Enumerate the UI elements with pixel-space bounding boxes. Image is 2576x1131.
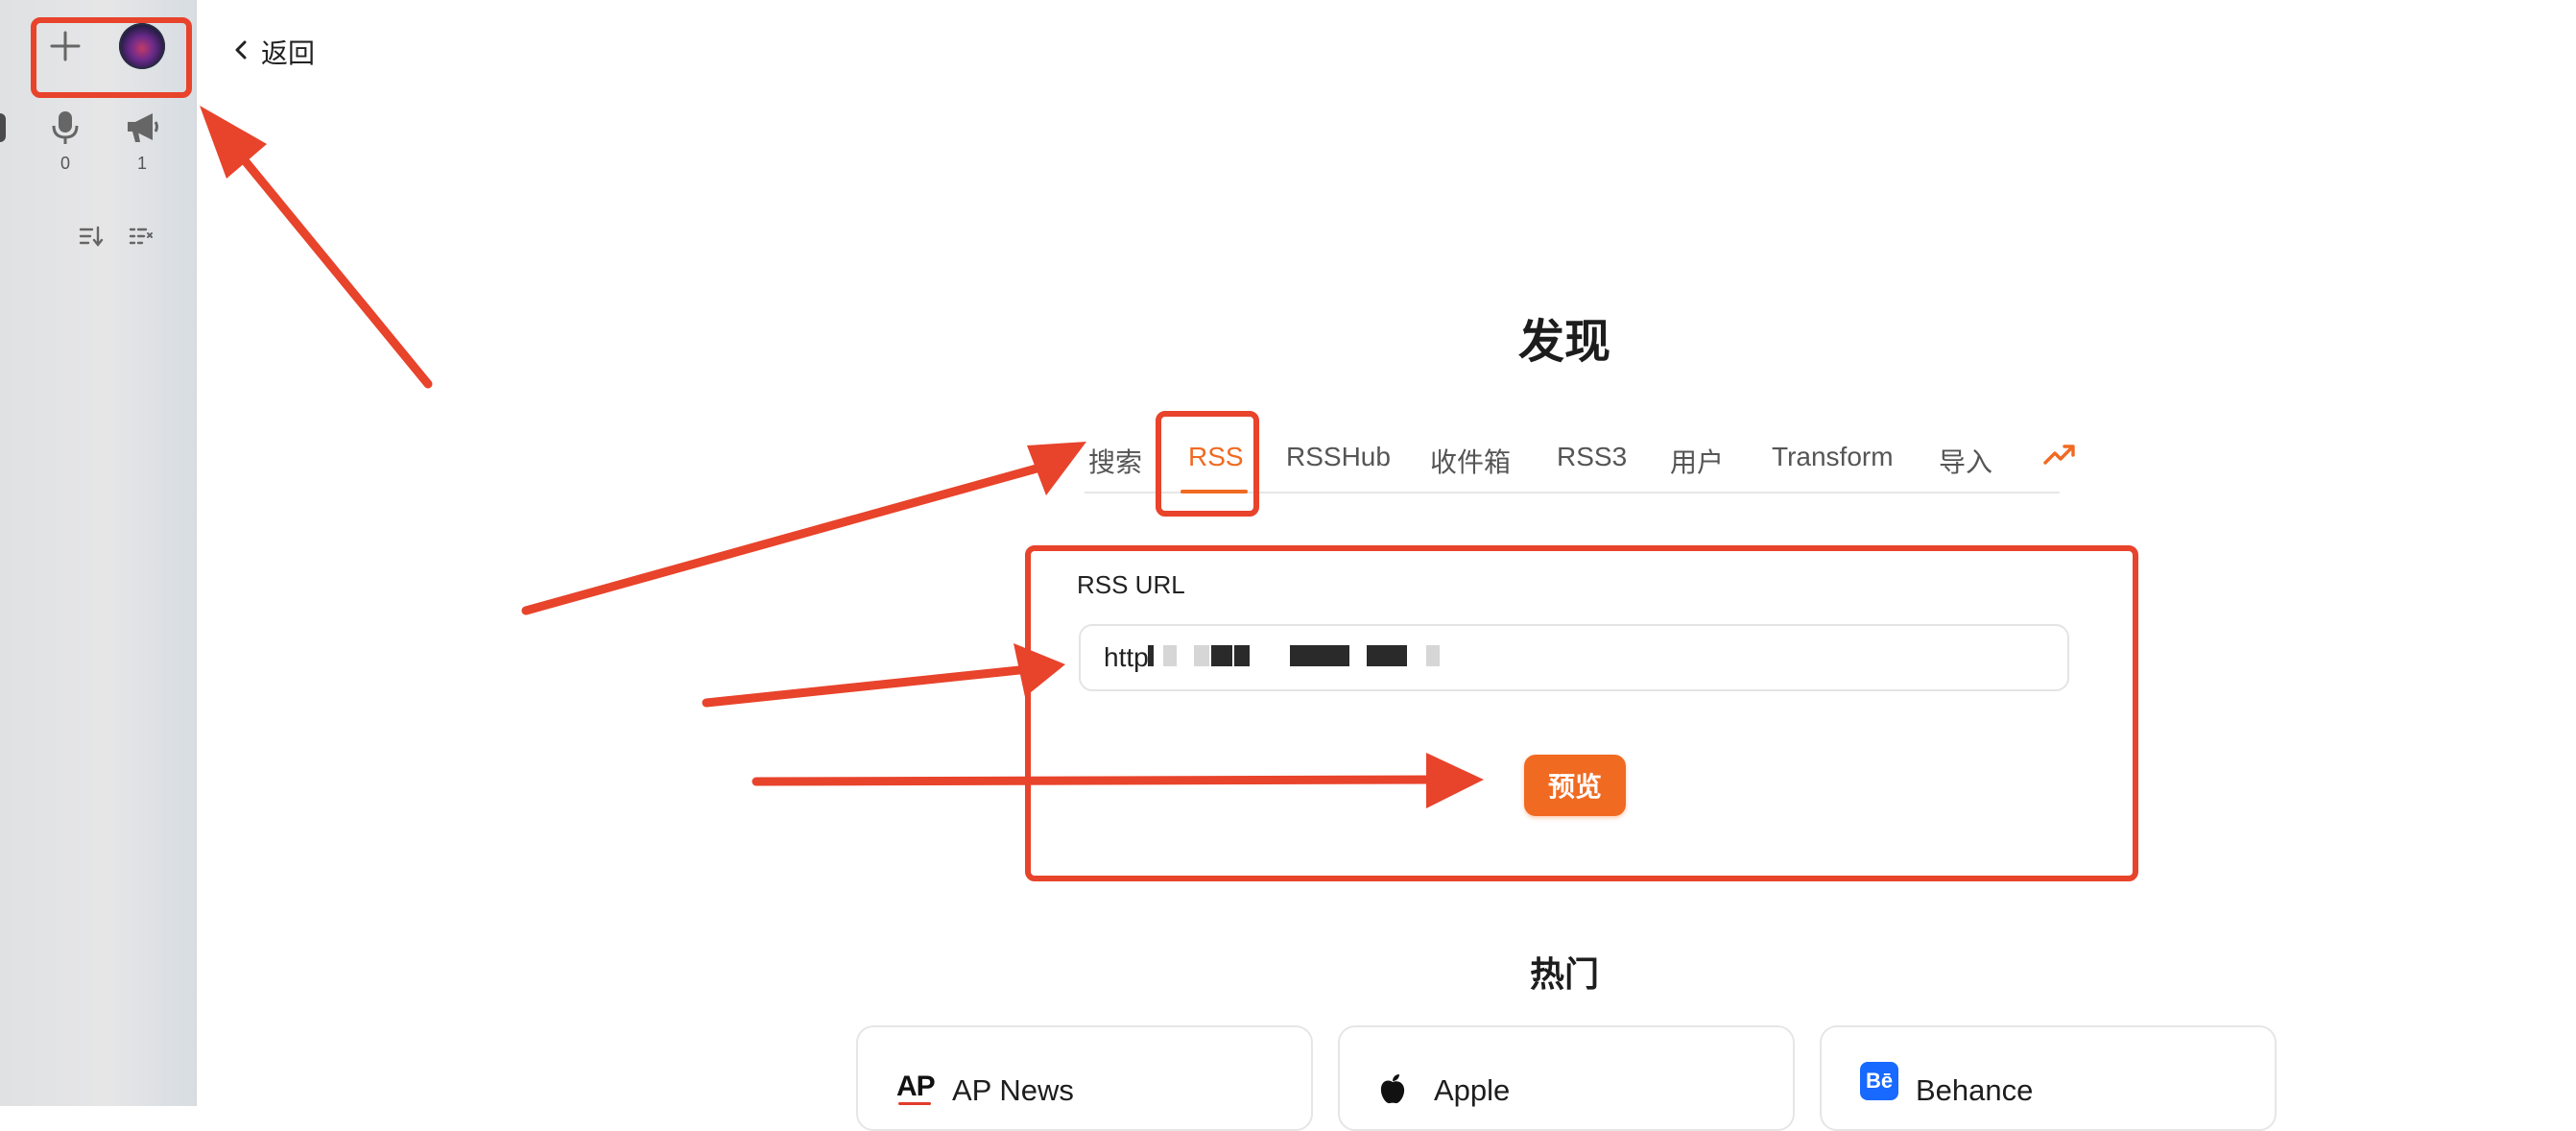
popular-card-ap-news[interactable]: AP AP News xyxy=(856,1025,1313,1131)
popular-card-apple[interactable]: Apple xyxy=(1338,1025,1795,1131)
card-name: AP News xyxy=(952,1073,1074,1107)
tab-inbox[interactable]: 收件箱 xyxy=(1430,442,1511,480)
sidebar: 0 1 xyxy=(0,0,197,1106)
annotation-box-rss-form xyxy=(1025,545,2138,881)
tab-rss3[interactable]: RSS3 xyxy=(1557,442,1627,472)
back-label: 返回 xyxy=(261,38,316,68)
tab-transform[interactable]: Transform xyxy=(1772,442,1894,472)
apple-icon xyxy=(1378,1073,1407,1111)
annotation-box-rss-tab xyxy=(1156,411,1259,517)
card-name: Apple xyxy=(1434,1073,1511,1107)
megaphone-icon xyxy=(121,109,163,146)
tab-import[interactable]: 导入 xyxy=(1939,442,1992,480)
page-title: 发现 xyxy=(1517,317,1610,368)
microphone-icon xyxy=(44,109,86,146)
tab-search[interactable]: 搜索 xyxy=(1088,442,1142,480)
back-button[interactable]: 返回 xyxy=(234,33,315,71)
sidebar-edge-indicator xyxy=(0,113,6,142)
audio-count-value: 0 xyxy=(60,154,70,173)
notification-count[interactable]: 1 xyxy=(121,109,163,174)
tab-rsshub[interactable]: RSSHub xyxy=(1286,442,1391,472)
notification-count-value: 1 xyxy=(136,154,147,173)
behance-logo: Bē xyxy=(1860,1062,1898,1100)
audio-count[interactable]: 0 xyxy=(44,109,86,174)
popular-title: 热门 xyxy=(1529,954,1599,994)
sort-icon[interactable] xyxy=(79,225,104,253)
trending-up-icon[interactable] xyxy=(2042,440,2077,473)
chevron-left-icon xyxy=(234,39,248,65)
card-name: Behance xyxy=(1916,1073,2034,1107)
list-filter-icon[interactable] xyxy=(129,225,154,253)
popular-card-behance[interactable]: Bē Behance xyxy=(1820,1025,2277,1131)
annotation-box-sidebar-actions xyxy=(31,17,192,98)
tab-users[interactable]: 用户 xyxy=(1670,442,1724,480)
ap-news-logo: AP xyxy=(896,1072,936,1105)
